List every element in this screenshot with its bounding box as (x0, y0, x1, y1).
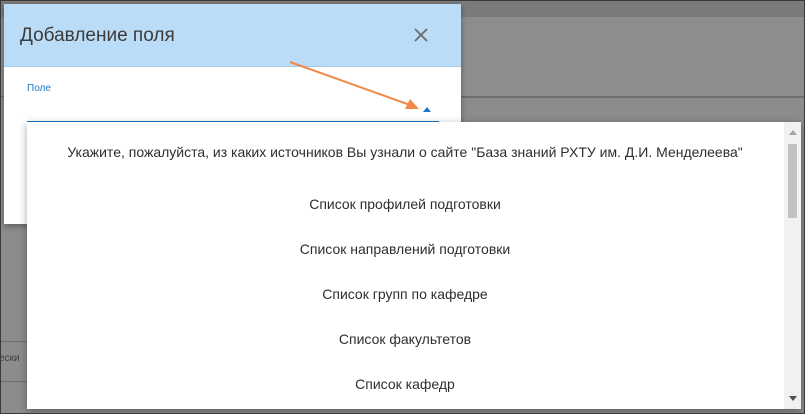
caret-up-icon[interactable] (423, 107, 431, 112)
field-dropdown-list: Укажите, пожалуйста, из каких источников… (27, 122, 801, 409)
screenshot-frame: ески Добавление поля Поле Укажите, пожал… (0, 0, 805, 414)
dropdown-option[interactable]: Список кафедр (27, 354, 783, 399)
background-panel (461, 17, 804, 98)
close-button[interactable] (410, 24, 432, 46)
dropdown-option[interactable]: Список групп по кафедре (27, 264, 783, 309)
field-select[interactable] (27, 100, 439, 123)
dropdown-option[interactable]: Список профилей подготовки (27, 174, 783, 219)
dialog-header: Добавление поля (4, 4, 461, 67)
scroll-up-icon[interactable] (789, 130, 797, 135)
dropdown-options: Укажите, пожалуйста, из каких источников… (27, 122, 783, 399)
scroll-down-icon[interactable] (789, 396, 797, 401)
dialog-title: Добавление поля (20, 25, 175, 46)
close-icon (414, 28, 428, 42)
background-text-fragment: ески (0, 353, 20, 364)
dropdown-scrollbar[interactable] (784, 122, 801, 409)
scroll-thumb[interactable] (788, 144, 797, 218)
dropdown-option[interactable]: Укажите, пожалуйста, из каких источников… (27, 122, 783, 174)
field-label: Поле (27, 83, 51, 94)
dropdown-option[interactable]: Список направлений подготовки (27, 219, 783, 264)
dropdown-option[interactable]: Список факультетов (27, 309, 783, 354)
